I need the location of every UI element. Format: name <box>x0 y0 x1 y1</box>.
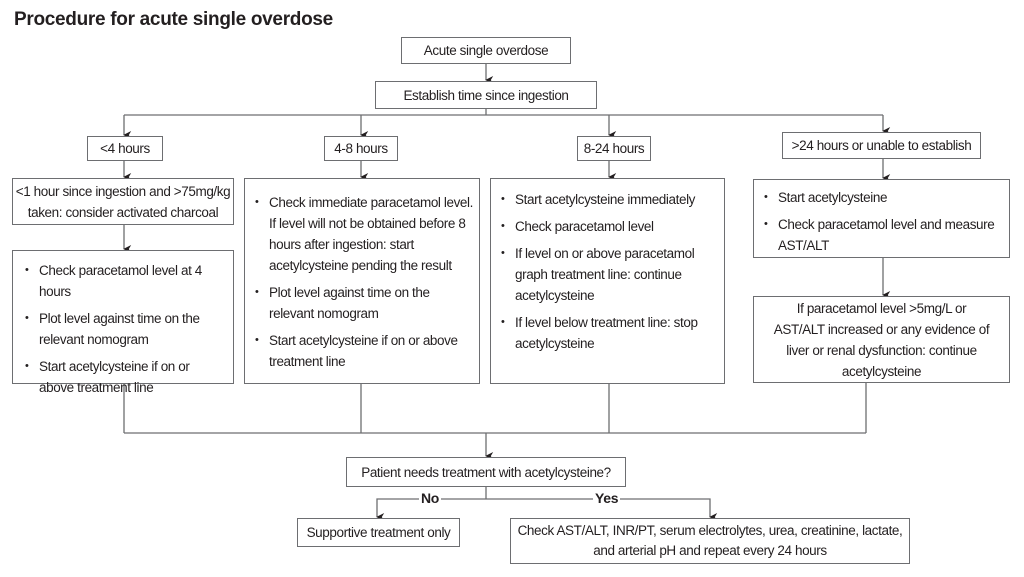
no-label: No <box>419 490 442 506</box>
supportive-treatment-box: Supportive treatment only <box>297 518 460 547</box>
yes-label: Yes <box>593 490 621 506</box>
list-item: Check immediate paracetamol level. If le… <box>249 192 473 276</box>
header-lt4-hours: <4 hours <box>87 136 163 161</box>
charcoal-box: <1 hour since ingestion and >75mg/kg tak… <box>12 178 234 225</box>
list-item: Start acetylcysteine immediately <box>495 189 718 210</box>
list-item: Start acetylcysteine if on or above trea… <box>19 356 227 398</box>
list-item: Check paracetamol level and measure AST/… <box>758 214 1003 256</box>
lt4-steps-box: Check paracetamol level at 4 hours Plot … <box>12 250 234 395</box>
header-8-24-hours: 8-24 hours <box>577 136 651 161</box>
header-4-8-hours: 4-8 hours <box>324 136 398 161</box>
question-text: Patient needs treatment with acetylcyste… <box>361 464 611 480</box>
header-gt24-hours: >24 hours or unable to establish <box>782 132 981 159</box>
8-24-steps-box: Start acetylcysteine immediately Check p… <box>490 178 725 384</box>
list-item: Start acetylcysteine <box>758 187 1003 208</box>
list-item: Check paracetamol level at 4 hours <box>19 260 227 302</box>
list-item: If level on or above paracetamol graph t… <box>495 243 718 306</box>
4-8-steps-list: Check immediate paracetamol level. If le… <box>249 192 473 372</box>
establish-text: Establish time since ingestion <box>403 87 569 103</box>
header-text: >24 hours or unable to establish <box>791 138 972 153</box>
list-item: Plot level against time on the relevant … <box>19 308 227 350</box>
list-item: Plot level against time on the relevant … <box>249 282 473 324</box>
start-text: Acute single overdose <box>423 43 549 58</box>
8-24-steps-list: Start acetylcysteine immediately Check p… <box>495 189 718 354</box>
gt24-continue-box: If paracetamol level >5mg/L or AST/ALT i… <box>753 296 1010 383</box>
gt24-steps-list: Start acetylcysteine Check paracetamol l… <box>758 187 1003 256</box>
gt24-steps-box: Start acetylcysteine Check paracetamol l… <box>753 179 1010 258</box>
header-text: 4-8 hours <box>334 141 388 156</box>
lt4-steps-list: Check paracetamol level at 4 hours Plot … <box>19 260 227 398</box>
list-item: Start acetylcysteine if on or above trea… <box>249 330 473 372</box>
header-text: <4 hours <box>100 141 150 156</box>
yes-outcome-text: Check AST/ALT, INR/PT, serum electrolyte… <box>517 523 903 558</box>
gt24-continue-text: If paracetamol level >5mg/L or AST/ALT i… <box>773 300 990 379</box>
start-box: Acute single overdose <box>401 37 571 64</box>
page-title: Procedure for acute single overdose <box>14 9 333 30</box>
monitoring-box: Check AST/ALT, INR/PT, serum electrolyte… <box>510 518 910 564</box>
4-8-steps-box: Check immediate paracetamol level. If le… <box>244 178 480 384</box>
charcoal-text: <1 hour since ingestion and >75mg/kg tak… <box>15 183 231 220</box>
establish-time-box: Establish time since ingestion <box>375 81 597 109</box>
header-text: 8-24 hours <box>583 141 645 156</box>
list-item: If level below treatment line: stop acet… <box>495 312 718 354</box>
list-item: Check paracetamol level <box>495 216 718 237</box>
no-outcome-text: Supportive treatment only <box>306 525 451 540</box>
decision-question-box: Patient needs treatment with acetylcyste… <box>346 457 626 487</box>
